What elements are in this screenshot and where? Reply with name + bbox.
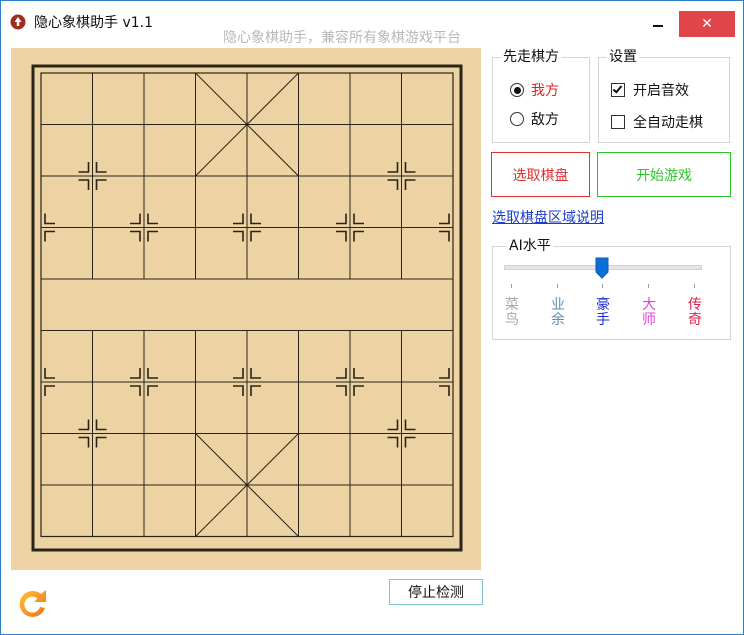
board-area-help-link[interactable]: 选取棋盘区域说明 — [492, 207, 604, 227]
slider-tick — [694, 284, 695, 288]
first-move-group: 先走棋方 — [492, 48, 590, 143]
slider-tick — [602, 284, 603, 288]
checkbox-sound[interactable]: 开启音效 — [611, 80, 689, 100]
ai-level-master[interactable]: 大师 — [640, 298, 658, 328]
window-subtitle: 隐心象棋助手，兼容所有象棋游戏平台 — [223, 30, 461, 46]
slider-tick — [511, 284, 512, 288]
minimize-button[interactable] — [641, 9, 675, 37]
close-button[interactable]: ✕ — [679, 11, 735, 37]
slider-tick — [648, 284, 649, 288]
ai-level-beginner[interactable]: 菜鸟 — [503, 298, 521, 328]
radio-my-side-label: 我方 — [531, 83, 559, 99]
start-game-button[interactable]: 开始游戏 — [597, 152, 731, 197]
main-window: 隐心象棋助手 v1.1 隐心象棋助手，兼容所有象棋游戏平台 ✕ 先走棋方 我方 … — [0, 0, 744, 635]
minimize-icon — [653, 25, 663, 27]
ai-level-legend[interactable]: 传奇 — [686, 298, 704, 328]
radio-my-side[interactable]: 我方 — [510, 80, 559, 100]
settings-legend: 设置 — [607, 48, 639, 66]
checkbox-sound-label: 开启音效 — [633, 83, 689, 99]
stop-detect-button[interactable]: 停止检测 — [389, 579, 483, 605]
select-board-button[interactable]: 选取棋盘 — [491, 152, 590, 197]
checkbox-auto-move[interactable]: 全自动走棋 — [611, 112, 703, 132]
refresh-icon[interactable] — [15, 586, 51, 622]
ai-level-expert[interactable]: 豪手 — [594, 298, 612, 328]
ai-level-amateur[interactable]: 业余 — [549, 298, 567, 328]
board-grid — [31, 64, 463, 552]
title-bar: 隐心象棋助手 v1.1 隐心象棋助手，兼容所有象棋游戏平台 ✕ — [1, 1, 743, 46]
ai-level-slider-thumb[interactable] — [595, 257, 609, 279]
radio-indicator — [510, 112, 524, 126]
window-title: 隐心象棋助手 v1.1 — [34, 15, 153, 31]
radio-enemy-side-label: 敌方 — [531, 112, 559, 128]
chess-board[interactable] — [11, 48, 481, 570]
radio-indicator — [510, 83, 524, 97]
close-icon: ✕ — [701, 16, 713, 32]
app-logo-icon — [10, 14, 26, 30]
radio-enemy-side[interactable]: 敌方 — [510, 109, 559, 129]
checkbox-indicator — [611, 115, 625, 129]
first-move-legend: 先走棋方 — [501, 48, 561, 66]
slider-tick — [557, 284, 558, 288]
ai-level-legend: AI水平 — [507, 237, 553, 255]
checkbox-indicator — [611, 83, 625, 97]
checkbox-auto-move-label: 全自动走棋 — [633, 115, 703, 131]
